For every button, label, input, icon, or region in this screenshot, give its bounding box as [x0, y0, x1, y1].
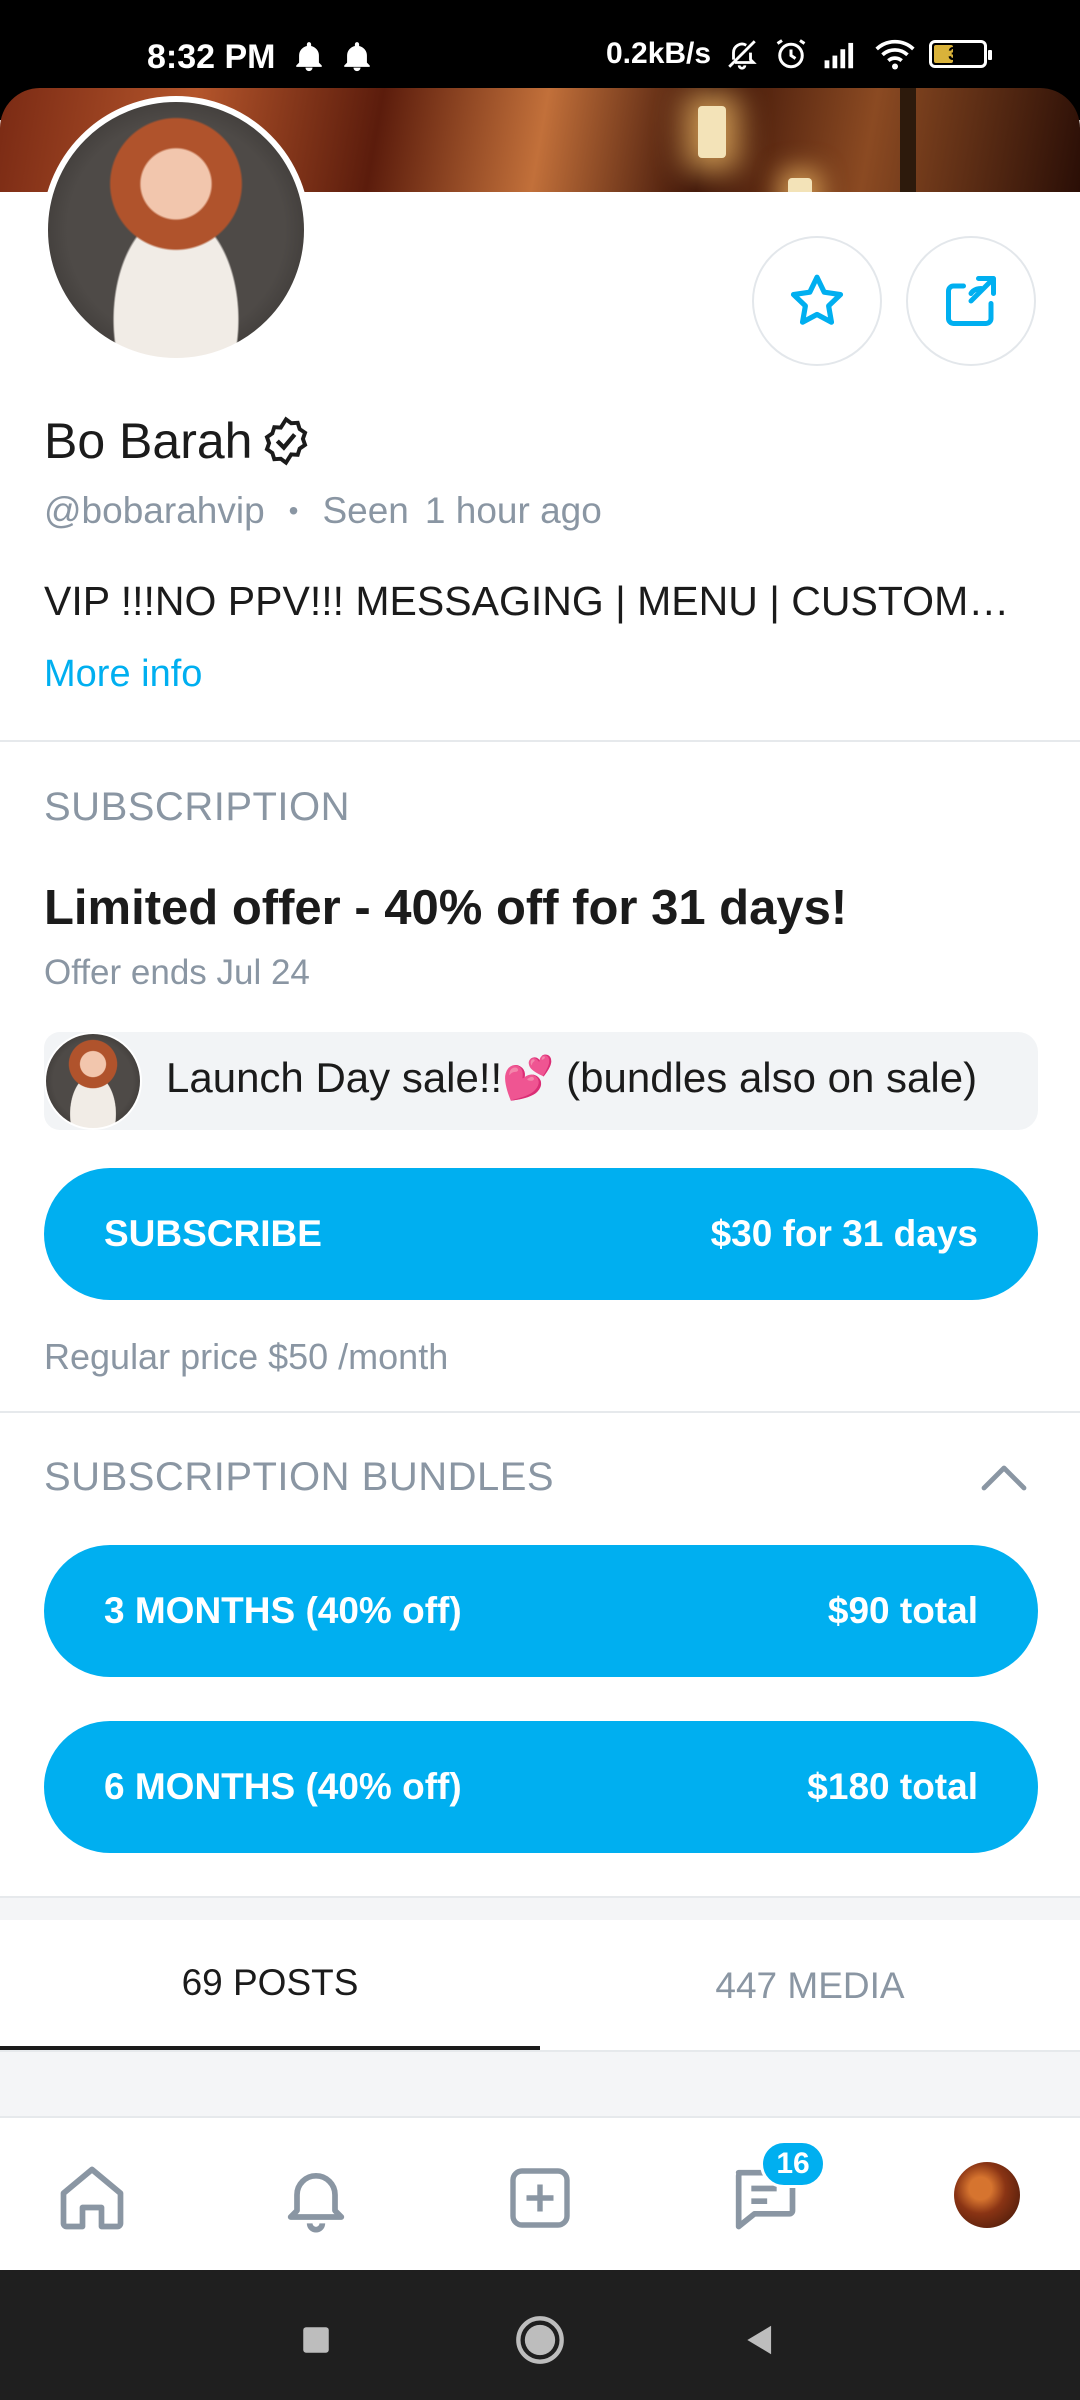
- nav-notifications[interactable]: [276, 2158, 356, 2238]
- system-nav-bar: [0, 2270, 1080, 2400]
- recents-button[interactable]: [286, 2310, 346, 2370]
- status-system-icons: 0.2kB/s 36: [606, 36, 993, 72]
- bundles-section-title: SUBSCRIPTION BUNDLES: [44, 1455, 555, 1499]
- home-icon: [60, 2166, 124, 2230]
- meta-separator: •: [288, 495, 299, 526]
- chevron-up-icon[interactable]: [980, 1462, 1028, 1492]
- divider: [0, 1411, 1080, 1413]
- subscribe-price: $30 for 31 days: [710, 1213, 978, 1254]
- circle-icon: [516, 2316, 564, 2364]
- mute-icon: [728, 40, 757, 70]
- profile-name-row: Bo Barah: [44, 412, 312, 470]
- bundle-6-months-button[interactable]: 6 MONTHS (40% off) $180 total: [44, 1721, 1038, 1853]
- nav-home[interactable]: [52, 2158, 132, 2238]
- offer-title: Limited offer - 40% off for 31 days!: [44, 881, 848, 935]
- star-icon: [790, 274, 844, 325]
- bundle-price: $90 total: [827, 1590, 978, 1631]
- bundle-label: 6 MONTHS (40% off): [104, 1766, 462, 1807]
- subscribe-button[interactable]: SUBSCRIBE $30 for 31 days: [44, 1168, 1038, 1300]
- add-post-icon: [510, 2168, 570, 2228]
- signal-icon: [824, 42, 854, 69]
- alarm-icon: [776, 39, 806, 69]
- bundle-3-months-button[interactable]: 3 MONTHS (40% off) $90 total: [44, 1545, 1038, 1677]
- app-root: 8:32 PM 0.2kB/s 36 Bo Barah @bobarahvip …: [0, 0, 1080, 2400]
- tab-media[interactable]: 447 MEDIA: [540, 1920, 1080, 2052]
- profile-meta: @bobarahvip • Seen 1 hour ago: [44, 490, 602, 532]
- bundle-price: $180 total: [807, 1766, 978, 1807]
- notifications-icon: [287, 2173, 345, 2233]
- divider: [0, 740, 1080, 742]
- bundle-label: 3 MONTHS (40% off): [104, 1590, 462, 1631]
- promo-avatar: [44, 1032, 142, 1130]
- tab-posts[interactable]: 69 POSTS: [0, 1920, 540, 2052]
- share-icon: [946, 276, 996, 326]
- subscription-section-title: SUBSCRIPTION: [44, 785, 351, 829]
- battery-level: 36: [948, 43, 969, 64]
- regular-price: Regular price $50 /month: [44, 1336, 449, 1377]
- bottom-nav: 16: [0, 2116, 1080, 2270]
- promo-message: Launch Day sale!!💕 (bundles also on sale…: [44, 1032, 1038, 1130]
- wifi-icon: [875, 39, 915, 70]
- section-spacer: [0, 1898, 1080, 1920]
- content-tabs: 69 POSTS 447 MEDIA: [0, 1920, 1080, 2052]
- status-time: 8:32 PM: [147, 38, 276, 76]
- nav-profile-avatar[interactable]: [954, 2162, 1020, 2228]
- verified-icon: [265, 416, 308, 466]
- seen-time: 1 hour ago: [424, 490, 602, 531]
- share-button[interactable]: [906, 236, 1036, 366]
- subscribe-label: SUBSCRIBE: [104, 1213, 322, 1254]
- network-speed: 0.2kB/s: [606, 37, 712, 70]
- nav-add-post[interactable]: [500, 2158, 580, 2238]
- profile-handle: @bobarahvip: [44, 490, 265, 531]
- profile-avatar[interactable]: [42, 96, 310, 364]
- home-system-button[interactable]: [510, 2310, 570, 2370]
- bell-icon: [296, 42, 322, 72]
- status-notification-icons: [292, 40, 374, 74]
- messages-badge: 16: [760, 2140, 826, 2188]
- back-button[interactable]: [730, 2310, 790, 2370]
- bell-icon: [344, 42, 370, 72]
- profile-name: Bo Barah: [44, 413, 253, 469]
- battery-icon: 36: [929, 40, 993, 68]
- favorite-button[interactable]: [752, 236, 882, 366]
- more-info-link[interactable]: More info: [44, 653, 202, 696]
- feed-area: [0, 2052, 1080, 2116]
- seen-label: Seen: [322, 490, 409, 531]
- offer-ends: Offer ends Jul 24: [44, 953, 310, 992]
- profile-bio: VIP !!!NO PPV!!! MESSAGING | MENU | CUST…: [44, 578, 1034, 624]
- promo-text: Launch Day sale!!💕 (bundles also on sale…: [166, 1054, 978, 1101]
- square-icon: [303, 2327, 329, 2353]
- back-triangle-icon: [747, 2325, 772, 2355]
